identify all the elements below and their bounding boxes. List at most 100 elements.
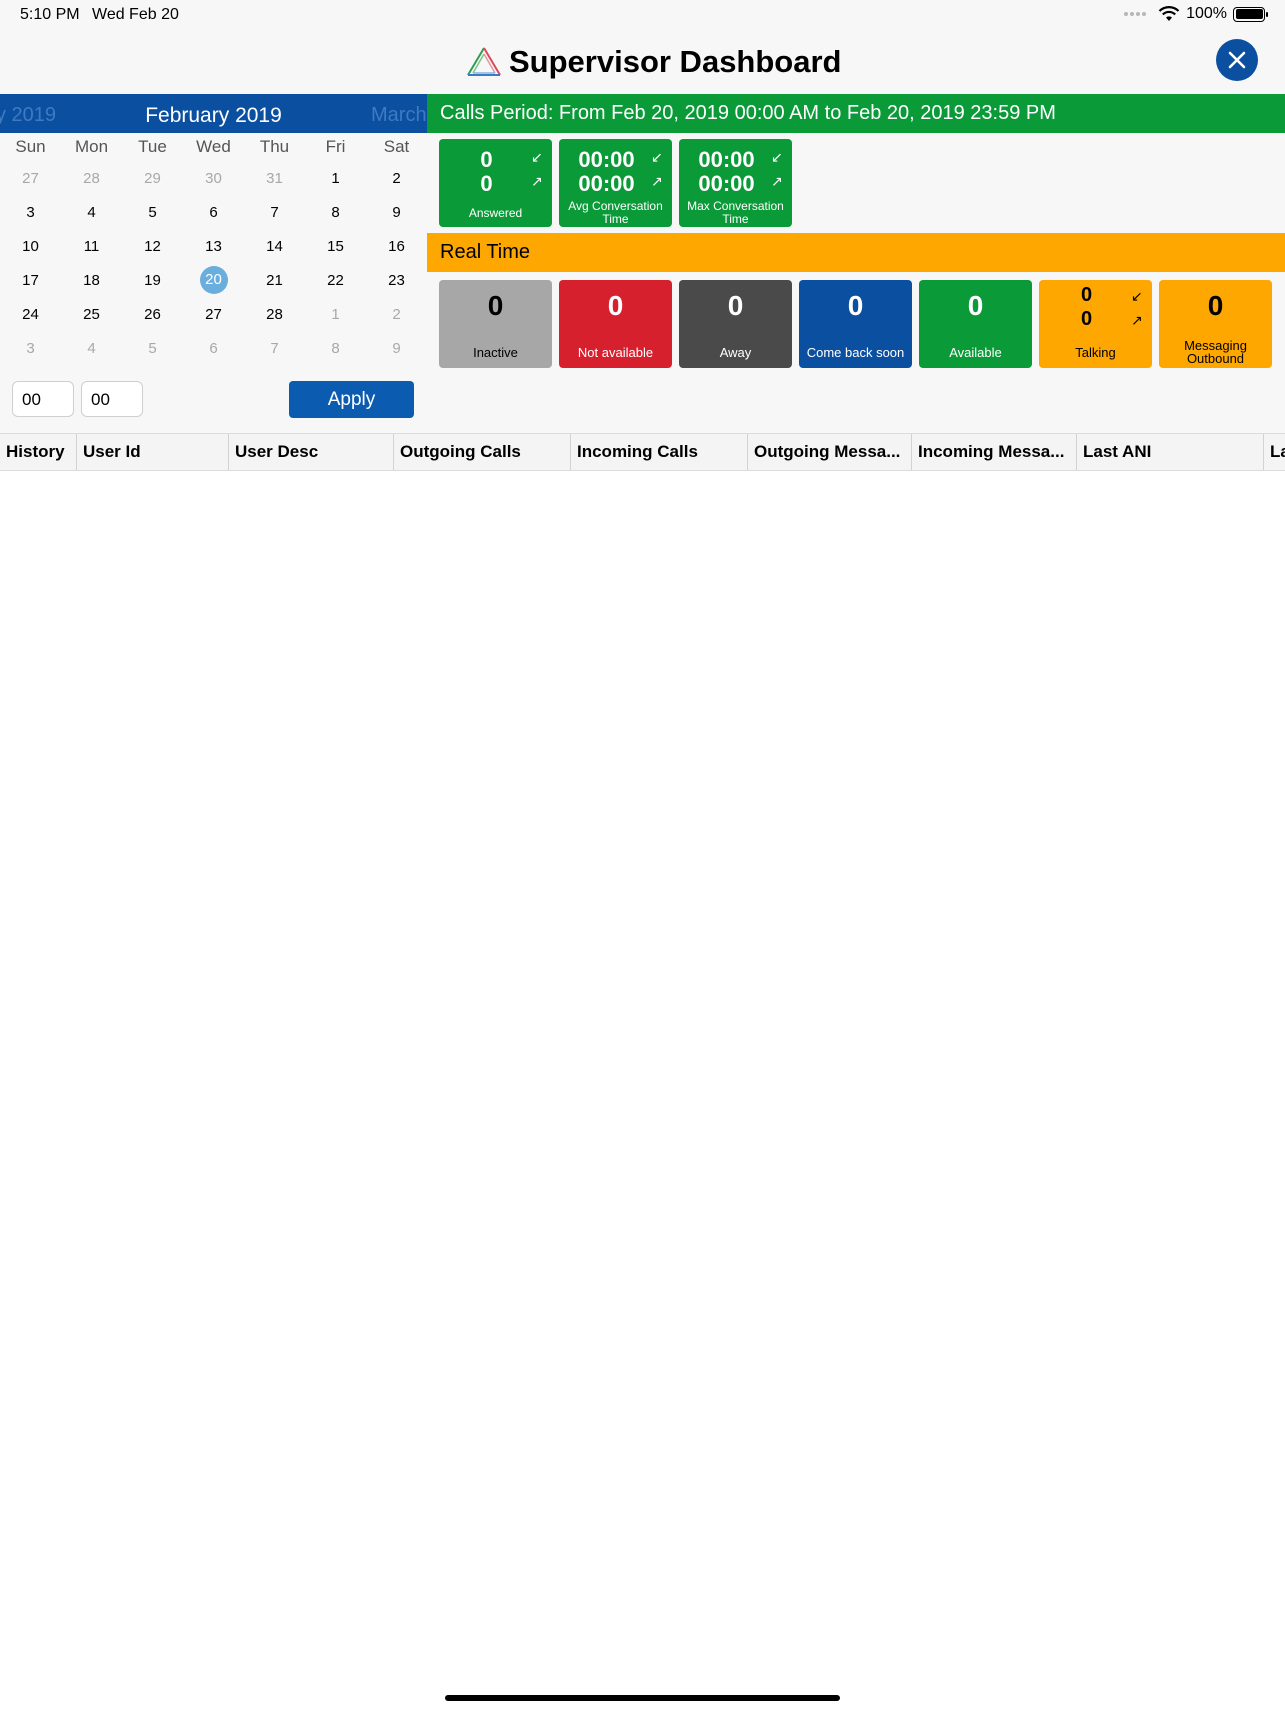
calendar-day[interactable]: 29 bbox=[122, 170, 183, 187]
column-header-last-ani[interactable]: Last ANI bbox=[1077, 434, 1264, 470]
max-conversation-time-tile[interactable]: 00:00 ↙ 00:00 ↗ Max Conversation Time bbox=[679, 139, 792, 227]
outgoing-arrow-icon: ↗ bbox=[1131, 312, 1143, 328]
incoming-arrow-icon: ↙ bbox=[1131, 288, 1143, 304]
hour-input[interactable]: 00 bbox=[12, 381, 74, 417]
calendar-day[interactable]: 21 bbox=[244, 272, 305, 289]
inactive-tile[interactable]: 0 Inactive bbox=[439, 280, 552, 368]
weekday-label: Mon bbox=[74, 137, 109, 156]
calendar-day[interactable]: 6 bbox=[183, 204, 244, 221]
calendar-day[interactable]: 25 bbox=[61, 306, 122, 323]
away-tile[interactable]: 0 Away bbox=[679, 280, 792, 368]
calendar-day[interactable]: 10 bbox=[0, 238, 61, 255]
calendar-day[interactable]: 3 bbox=[0, 204, 61, 221]
avg-conversation-time-tile[interactable]: 00:00 ↙ 00:00 ↗ Avg Conversation Time bbox=[559, 139, 672, 227]
calendar-day[interactable]: 27 bbox=[0, 170, 61, 187]
calendar-day[interactable]: 4 bbox=[61, 204, 122, 221]
title-group: Supervisor Dashboard bbox=[465, 44, 841, 80]
calendar-week-row: 24 25 26 27 28 1 2 bbox=[0, 297, 427, 331]
calendar-day[interactable]: 22 bbox=[305, 272, 366, 289]
calendar-day[interactable]: 27 bbox=[183, 306, 244, 323]
status-time: 5:10 PM bbox=[20, 6, 80, 23]
calendar-day[interactable]: 5 bbox=[122, 204, 183, 221]
calendar-day[interactable]: 12 bbox=[122, 238, 183, 255]
not-available-tile[interactable]: 0 Not available bbox=[559, 280, 672, 368]
weekday-label: Sun bbox=[15, 137, 46, 156]
inactive-count: 0 bbox=[487, 290, 504, 321]
column-header-incoming-calls[interactable]: Incoming Calls bbox=[571, 434, 748, 470]
come-back-soon-tile[interactable]: 0 Come back soon bbox=[799, 280, 912, 368]
stats-panel: Calls Period: From Feb 20, 2019 00:00 AM… bbox=[427, 94, 1285, 433]
status-bar: 5:10 PM Wed Feb 20 100% bbox=[0, 0, 1285, 34]
calendar-day[interactable]: 4 bbox=[61, 340, 122, 357]
minute-input[interactable]: 00 bbox=[81, 381, 143, 417]
calendar-day[interactable]: 7 bbox=[244, 340, 305, 357]
outgoing-arrow-icon: ↗ bbox=[531, 173, 543, 189]
calendar-day[interactable]: 7 bbox=[244, 204, 305, 221]
calendar-day[interactable]: 1 bbox=[305, 306, 366, 323]
calendar-day[interactable]: 9 bbox=[366, 204, 427, 221]
calendar-next-month[interactable]: March bbox=[371, 104, 427, 127]
calendar-day[interactable]: 19 bbox=[122, 272, 183, 289]
talking-incoming-count: 0 bbox=[1080, 284, 1093, 306]
weekday-label: Thu bbox=[259, 137, 290, 156]
come-back-soon-count: 0 bbox=[847, 290, 864, 321]
selected-day-label: 20 bbox=[199, 266, 228, 294]
answered-label: Answered bbox=[468, 206, 523, 220]
calendar-month-header[interactable]: y 2019 February 2019 March bbox=[0, 94, 427, 133]
calendar-day[interactable]: 17 bbox=[0, 272, 61, 289]
column-header-user-desc[interactable]: User Desc bbox=[229, 434, 394, 470]
calendar-day[interactable]: 15 bbox=[305, 238, 366, 255]
calendar-day[interactable]: 18 bbox=[61, 272, 122, 289]
calendar-day[interactable]: 23 bbox=[366, 272, 427, 289]
column-header-history[interactable]: History bbox=[0, 434, 77, 470]
calendar-day[interactable]: 26 bbox=[122, 306, 183, 323]
talking-tile[interactable]: 0 ↙ 0 ↗ Talking bbox=[1039, 280, 1152, 368]
wifi-icon bbox=[1158, 6, 1180, 21]
calendar-day[interactable]: 8 bbox=[305, 340, 366, 357]
home-indicator[interactable] bbox=[445, 1695, 840, 1701]
calendar-day[interactable]: 2 bbox=[366, 170, 427, 187]
battery-percentage: 100% bbox=[1186, 5, 1227, 22]
cellular-signal-icon bbox=[1124, 12, 1147, 16]
column-header-incoming-messages[interactable]: Incoming Messa... bbox=[912, 434, 1077, 470]
status-date: Wed Feb 20 bbox=[92, 6, 179, 23]
calendar-day[interactable]: 2 bbox=[366, 306, 427, 323]
max-conversation-label: Max Conversation Time bbox=[687, 199, 784, 226]
calendar-day[interactable]: 24 bbox=[0, 306, 61, 323]
column-header-outgoing-messages[interactable]: Outgoing Messa... bbox=[748, 434, 912, 470]
calendar-grid: Sun Mon Tue Wed Thu Fri Sat 27 28 29 30 … bbox=[0, 133, 427, 365]
column-header-user-id[interactable]: User Id bbox=[77, 434, 229, 470]
calendar-weekday-row: Sun Mon Tue Wed Thu Fri Sat bbox=[0, 133, 427, 161]
answered-tile[interactable]: 0 ↙ 0 ↗ Answered bbox=[439, 139, 552, 227]
apply-button[interactable]: Apply bbox=[289, 381, 414, 418]
calendar-day[interactable]: 5 bbox=[122, 340, 183, 357]
calendar-day[interactable]: 3 bbox=[0, 340, 61, 357]
calendar-day[interactable]: 11 bbox=[61, 238, 122, 255]
calendar-day[interactable]: 31 bbox=[244, 170, 305, 187]
calendar-day[interactable]: 28 bbox=[61, 170, 122, 187]
close-button[interactable] bbox=[1216, 39, 1258, 81]
column-header-truncated[interactable]: La bbox=[1264, 434, 1285, 470]
calendar-day[interactable]: 8 bbox=[305, 204, 366, 221]
calendar-day-selected[interactable]: 20 bbox=[183, 266, 244, 294]
column-header-outgoing-calls[interactable]: Outgoing Calls bbox=[394, 434, 571, 470]
calendar-day[interactable]: 1 bbox=[305, 170, 366, 187]
close-icon bbox=[1228, 51, 1246, 69]
page-title: Supervisor Dashboard bbox=[509, 44, 842, 79]
max-conversation-incoming: 00:00 bbox=[698, 147, 755, 172]
calendar-day[interactable]: 28 bbox=[244, 306, 305, 323]
away-count: 0 bbox=[727, 290, 744, 321]
away-label: Away bbox=[719, 345, 752, 360]
messaging-outbound-tile[interactable]: 0 Messaging Outbound bbox=[1159, 280, 1272, 368]
calendar-day[interactable]: 30 bbox=[183, 170, 244, 187]
calendar-day[interactable]: 13 bbox=[183, 238, 244, 255]
incoming-arrow-icon: ↙ bbox=[771, 149, 783, 165]
calendar-day[interactable]: 16 bbox=[366, 238, 427, 255]
avg-conversation-label: Avg Conversation Time bbox=[568, 199, 663, 226]
calendar-day[interactable]: 6 bbox=[183, 340, 244, 357]
available-tile[interactable]: 0 Available bbox=[919, 280, 1032, 368]
calendar-day[interactable]: 9 bbox=[366, 340, 427, 357]
calendar-current-month: February 2019 bbox=[145, 104, 282, 127]
not-available-label: Not available bbox=[577, 345, 654, 360]
calendar-day[interactable]: 14 bbox=[244, 238, 305, 255]
